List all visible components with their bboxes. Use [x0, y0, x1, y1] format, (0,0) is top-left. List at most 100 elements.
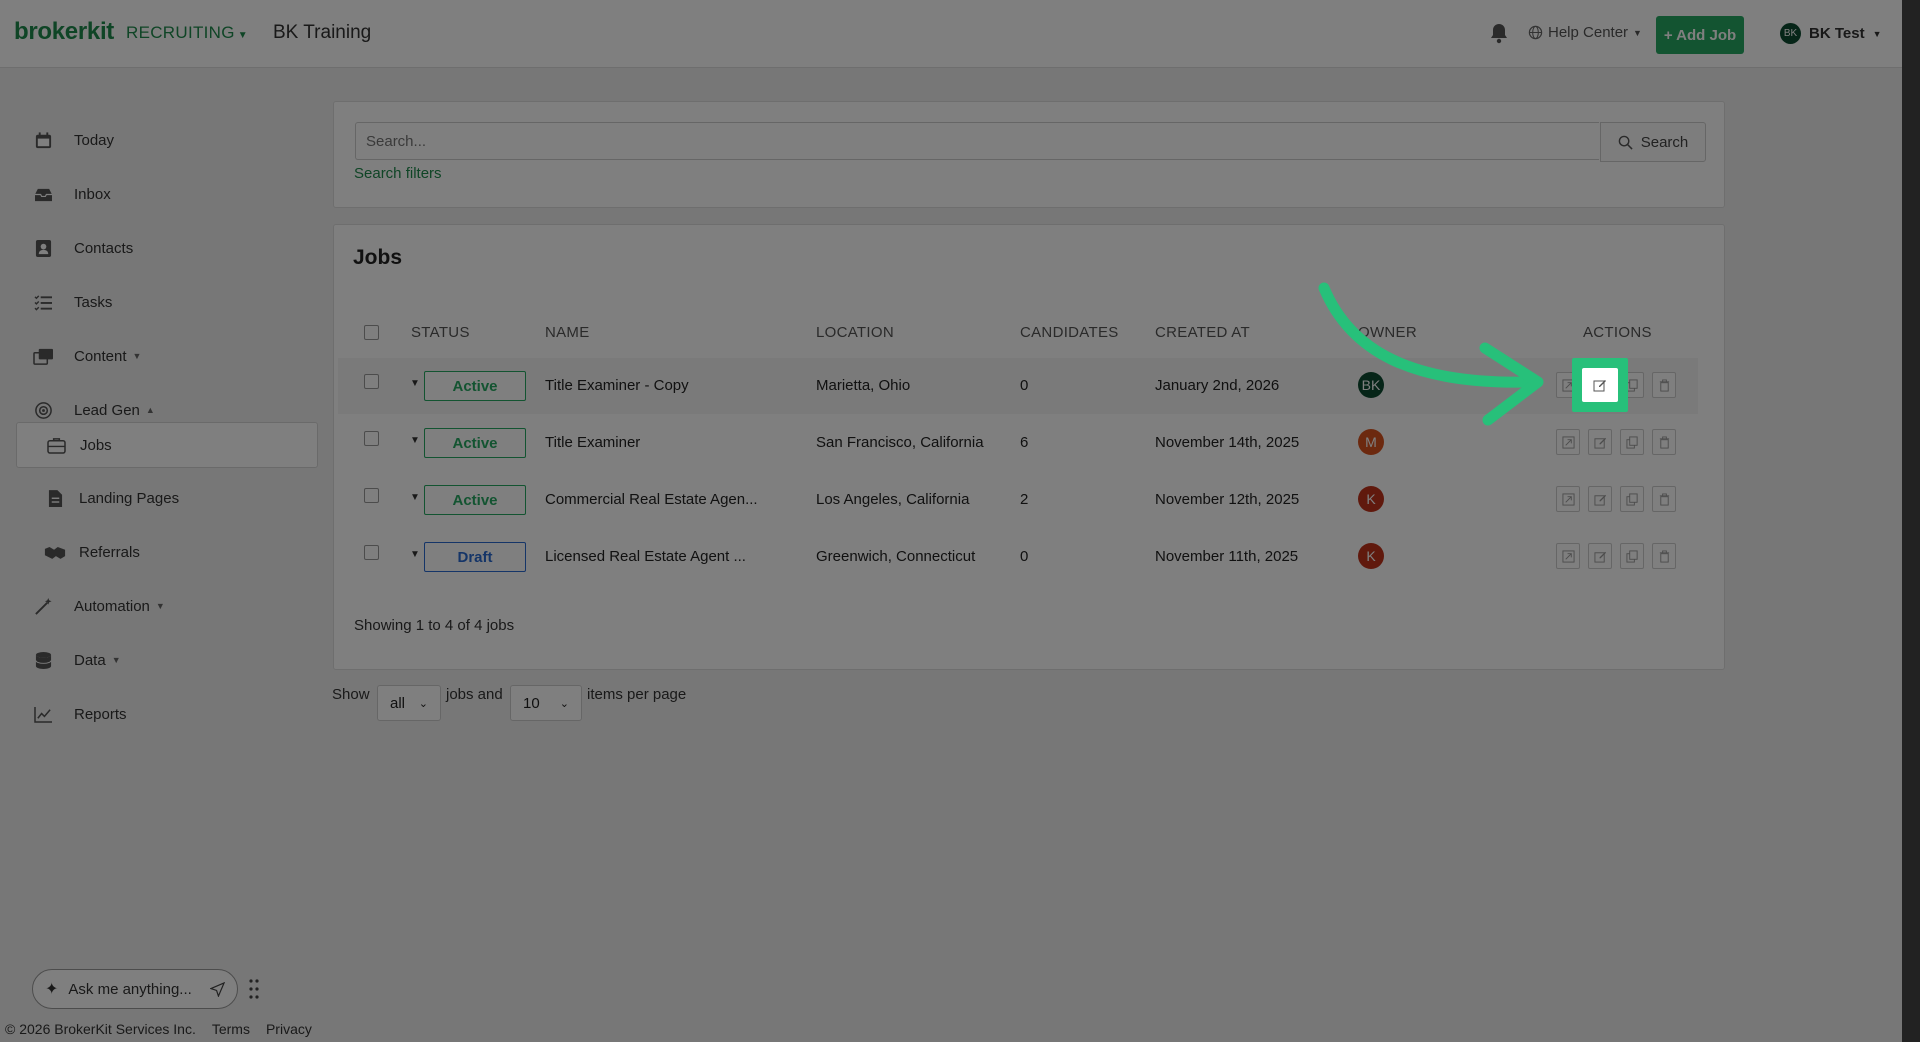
bell-icon[interactable] [1489, 22, 1509, 44]
chevron-down-icon: ▼ [237, 30, 248, 41]
sidebar-item-content[interactable]: Content ▼ [16, 334, 316, 378]
sidebar-item-label: Lead Gen [74, 401, 140, 419]
job-candidates: 0 [1020, 377, 1029, 394]
search-input[interactable] [355, 122, 1599, 160]
row-checkbox[interactable] [364, 545, 379, 560]
add-job-button[interactable]: + Add Job [1656, 16, 1744, 54]
preview-icon[interactable] [1556, 486, 1580, 512]
brokerkit-logo[interactable]: brokerkit [14, 18, 114, 46]
pointer-arrow-icon [1318, 282, 1544, 426]
copy-icon[interactable] [1620, 429, 1644, 455]
caret-down-icon[interactable]: ▼ [410, 378, 420, 389]
sidebar-item-inbox[interactable]: Inbox [16, 172, 316, 216]
job-name-link[interactable]: Licensed Real Estate Agent ... [545, 548, 746, 565]
copyright: © 2026 BrokerKit Services Inc. [5, 1021, 196, 1037]
content-icon [32, 345, 54, 367]
edit-icon[interactable] [1588, 429, 1612, 455]
status-filter-value: all [390, 694, 406, 712]
status-badge[interactable]: Draft [424, 542, 526, 572]
job-created-at: November 12th, 2025 [1155, 491, 1300, 508]
search-button-label: Search [1640, 133, 1689, 151]
globe-icon [1528, 25, 1543, 40]
help-center-menu[interactable]: Help Center ▼ [1528, 24, 1642, 41]
page-title: Jobs [353, 246, 403, 269]
copy-icon[interactable] [1620, 543, 1644, 569]
select-all-checkbox[interactable] [364, 325, 379, 340]
ask-assistant-input[interactable]: ✦ Ask me anything... [32, 969, 238, 1009]
job-location: Los Angeles, California [816, 491, 970, 508]
owner-avatar: K [1358, 543, 1384, 569]
send-icon[interactable] [210, 981, 225, 997]
preview-icon[interactable] [1556, 543, 1580, 569]
column-header-created-at[interactable]: CREATED AT [1155, 324, 1250, 341]
column-header-actions: ACTIONS [1583, 324, 1652, 341]
column-header-candidates[interactable]: CANDIDATES [1020, 324, 1119, 341]
edit-icon[interactable] [1588, 543, 1612, 569]
sidebar-item-reports[interactable]: Reports [16, 692, 316, 736]
status-badge[interactable]: Active [424, 428, 526, 458]
sidebar-item-data[interactable]: Data ▼ [16, 638, 316, 682]
edit-icon[interactable] [1588, 486, 1612, 512]
search-button[interactable]: Search [1600, 122, 1706, 162]
copy-icon[interactable] [1620, 486, 1644, 512]
sidebar-item-referrals[interactable]: Referrals [16, 530, 316, 574]
inbox-icon [32, 183, 54, 205]
row-checkbox[interactable] [364, 488, 379, 503]
job-location: San Francisco, California [816, 434, 984, 451]
job-candidates: 2 [1020, 491, 1029, 508]
sidebar-item-jobs[interactable]: Jobs [16, 422, 318, 468]
column-header-name[interactable]: NAME [545, 324, 590, 341]
sidebar-item-automation[interactable]: Automation ▼ [16, 584, 316, 628]
trash-icon[interactable] [1652, 429, 1676, 455]
trash-icon[interactable] [1652, 543, 1676, 569]
per-page-select[interactable]: 10 ⌄ [510, 685, 582, 721]
row-checkbox[interactable] [364, 374, 379, 389]
sidebar-item-landing-pages[interactable]: Landing Pages [16, 476, 316, 520]
table-row[interactable] [338, 528, 1698, 584]
module-switcher[interactable]: RECRUITING ▼ [126, 23, 248, 43]
sidebar-item-today[interactable]: Today [16, 118, 316, 162]
table-row[interactable] [338, 471, 1698, 527]
chevron-up-icon: ▲ [145, 405, 155, 415]
job-created-at: January 2nd, 2026 [1155, 377, 1280, 394]
job-name-link[interactable]: Title Examiner - Copy [545, 377, 689, 394]
sidebar-item-label: Jobs [80, 436, 112, 454]
job-name-link[interactable]: Title Examiner [545, 434, 640, 451]
magic-wand-icon [32, 595, 54, 617]
caret-down-icon[interactable]: ▼ [410, 435, 420, 446]
trash-icon[interactable] [1652, 372, 1676, 398]
ask-placeholder: Ask me anything... [68, 980, 192, 998]
column-header-location[interactable]: LOCATION [816, 324, 894, 341]
document-icon [44, 487, 66, 509]
sidebar-item-label: Automation [74, 597, 150, 615]
status-badge[interactable]: Active [424, 371, 526, 401]
user-menu[interactable]: BK BK Test ▼ [1780, 23, 1881, 44]
chevron-down-icon: ▼ [1633, 27, 1642, 38]
sidebar-item-contacts[interactable]: Contacts [16, 226, 316, 270]
terms-link[interactable]: Terms [212, 1021, 250, 1037]
search-filters-link[interactable]: Search filters [354, 165, 442, 182]
lead-gen-icon [32, 399, 54, 421]
sidebar-item-label: Data [74, 651, 106, 669]
drag-handle-icon[interactable] [248, 978, 260, 1000]
column-header-status[interactable]: STATUS [411, 324, 470, 341]
scrollbar[interactable] [1902, 0, 1920, 1042]
edit-icon[interactable] [1582, 368, 1618, 402]
sidebar-item-label: Reports [74, 705, 127, 723]
footer: © 2026 BrokerKit Services Inc. Terms Pri… [5, 1021, 312, 1037]
contacts-icon [32, 237, 54, 259]
status-badge[interactable]: Active [424, 485, 526, 515]
privacy-link[interactable]: Privacy [266, 1021, 312, 1037]
chevron-down-icon: ⌄ [418, 697, 428, 710]
sidebar-item-label: Inbox [74, 185, 111, 203]
caret-down-icon[interactable]: ▼ [410, 549, 420, 560]
sidebar-item-label: Today [74, 131, 115, 149]
top-bar: brokerkit RECRUITING ▼ BK Training Help C… [0, 0, 1902, 68]
job-name-link[interactable]: Commercial Real Estate Agen... [545, 491, 758, 508]
status-filter-select[interactable]: all ⌄ [377, 685, 441, 721]
caret-down-icon[interactable]: ▼ [410, 492, 420, 503]
trash-icon[interactable] [1652, 486, 1676, 512]
row-checkbox[interactable] [364, 431, 379, 446]
sidebar-item-tasks[interactable]: Tasks [16, 280, 316, 324]
calendar-icon [32, 129, 54, 151]
